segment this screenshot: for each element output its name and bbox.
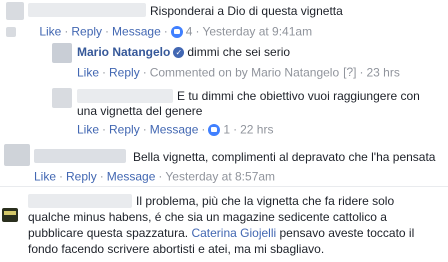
avatar-small — [6, 26, 16, 37]
like-link[interactable]: Like — [77, 65, 99, 79]
redacted-name — [34, 149, 126, 163]
comment-text-line-3: pubblicare questa spazzatura. Caterina G… — [28, 226, 414, 241]
like-link[interactable]: Like — [77, 122, 99, 136]
avatar[interactable] — [52, 43, 72, 63]
like-count[interactable]: 1 — [223, 122, 230, 136]
timestamp[interactable]: 22 hrs — [240, 122, 273, 136]
reply-link[interactable]: Reply — [109, 65, 140, 79]
comment-text-line-1: E tu dimmi che obiettivo vuoi raggiunger… — [177, 89, 420, 103]
message-link[interactable]: Message — [150, 122, 199, 136]
avatar[interactable] — [52, 88, 72, 108]
comment-text: Risponderai a Dio di questa vignetta — [150, 4, 343, 18]
comment-text: Bella vignetta, complimenti al depravato… — [133, 150, 436, 164]
comment-actions: Like · Reply · Message · 1 · 22 hrs — [77, 122, 274, 137]
timestamp[interactable]: 23 hrs — [366, 65, 399, 79]
comment-text-line-4: fondo facendo scrivere abortisti e atei,… — [28, 242, 325, 256]
reply-link[interactable]: Reply — [109, 122, 140, 136]
avatar[interactable] — [4, 144, 30, 166]
help-link[interactable]: [?] — [343, 65, 356, 79]
like-count[interactable]: 4 — [186, 24, 193, 38]
message-link[interactable]: Message — [112, 24, 161, 38]
mention-link[interactable]: Caterina Giojelli — [191, 226, 276, 240]
redacted-name — [77, 89, 173, 103]
text-segment: pensavo aveste toccato il — [279, 226, 415, 240]
reply-link[interactable]: Reply — [66, 169, 97, 183]
divider — [0, 186, 448, 187]
like-icon — [208, 123, 221, 136]
redacted-name — [28, 3, 146, 17]
comment-actions: Like · Reply · Message · 4 · Yesterday at 9:41am — [6, 24, 312, 39]
like-link[interactable]: Like — [39, 24, 61, 38]
comment-text-line-2: qualche minus habens, é che sia un magaz… — [28, 210, 387, 224]
commented-on-label: Commented on by Mario Natangelo — [149, 65, 340, 80]
timestamp[interactable]: Yesterday at 8:57am — [165, 169, 275, 183]
comment-text-line-1: Il problema, più che la vignetta che fa … — [136, 194, 395, 208]
comment-text: dimmi che sei serio — [187, 45, 291, 59]
comment-text-line-2: una vignetta del genere — [77, 104, 203, 118]
text-segment: pubblicare questa spazzatura. — [28, 226, 189, 240]
verified-icon: ✓ — [173, 47, 185, 59]
redacted-name — [28, 194, 132, 208]
timestamp[interactable]: Yesterday at 9:41am — [202, 24, 312, 38]
author-name[interactable]: Mario Natangelo — [77, 45, 170, 59]
like-link[interactable]: Like — [34, 169, 56, 183]
reply-link[interactable]: Reply — [71, 24, 102, 38]
avatar[interactable] — [2, 208, 18, 222]
reply-comment: Mario Natangelo ✓ dimmi che sei serio — [77, 45, 290, 60]
avatar[interactable] — [6, 2, 24, 20]
comment-actions: Like · Reply · Message · Yesterday at 8:57am — [34, 169, 276, 184]
like-icon — [170, 25, 183, 38]
message-link[interactable]: Message — [107, 169, 156, 183]
comment-actions: Like · Reply · Commented on by Mario Natange… — [77, 65, 400, 80]
